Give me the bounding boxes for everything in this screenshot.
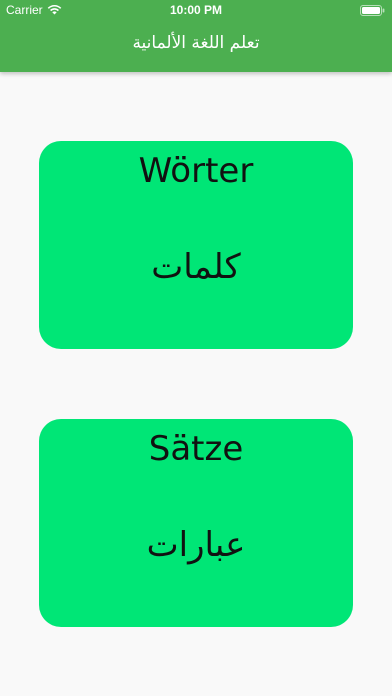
words-card[interactable]: Wörter كلمات — [39, 141, 353, 349]
status-bar: Carrier 10:00 PM — [0, 0, 392, 22]
sentences-arabic-label: عبارات — [146, 525, 246, 565]
words-arabic-label: كلمات — [151, 247, 241, 287]
app-header: Carrier 10:00 PM تعلم اللغة الألمانية — [0, 0, 392, 72]
app-title: تعلم اللغة الألمانية — [132, 33, 260, 53]
sentences-card[interactable]: Sätze عبارات — [39, 419, 353, 627]
status-time: 10:00 PM — [169, 3, 223, 17]
battery-icon — [360, 5, 385, 16]
sentences-german-label: Sätze — [148, 429, 244, 469]
words-german-label: Wörter — [138, 151, 254, 191]
